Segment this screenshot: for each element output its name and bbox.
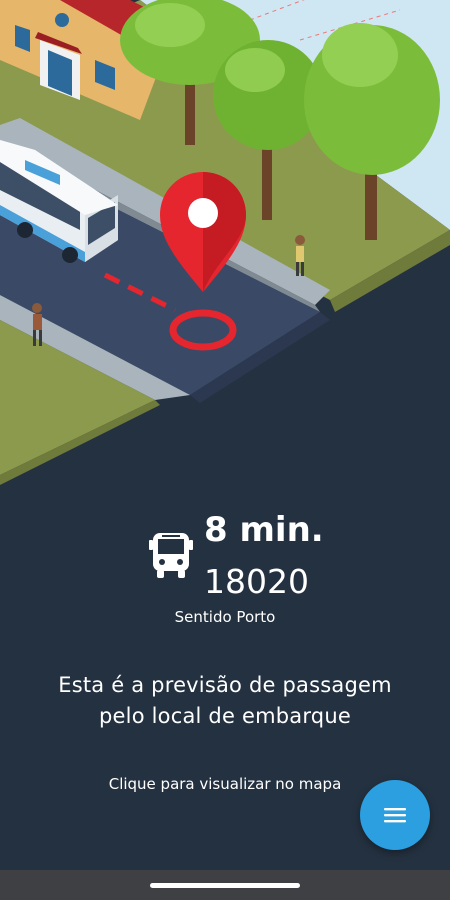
arrival-minutes: 8 min. — [204, 510, 324, 550]
home-indicator[interactable] — [150, 883, 300, 888]
prediction-description-line-2: pelo local de embarque — [99, 704, 351, 728]
prediction-description-line-1: Esta é a previsão de passagem — [58, 673, 392, 697]
menu-icon — [384, 808, 406, 823]
line-number: 18020 — [204, 562, 309, 601]
bus-icon — [149, 533, 193, 578]
hero-illustration — [0, 0, 450, 485]
direction-label: Sentido Porto — [174, 608, 276, 626]
menu-button[interactable] — [360, 780, 430, 850]
prediction-description: Esta é a previsão de passagem pelo local… — [20, 670, 430, 732]
